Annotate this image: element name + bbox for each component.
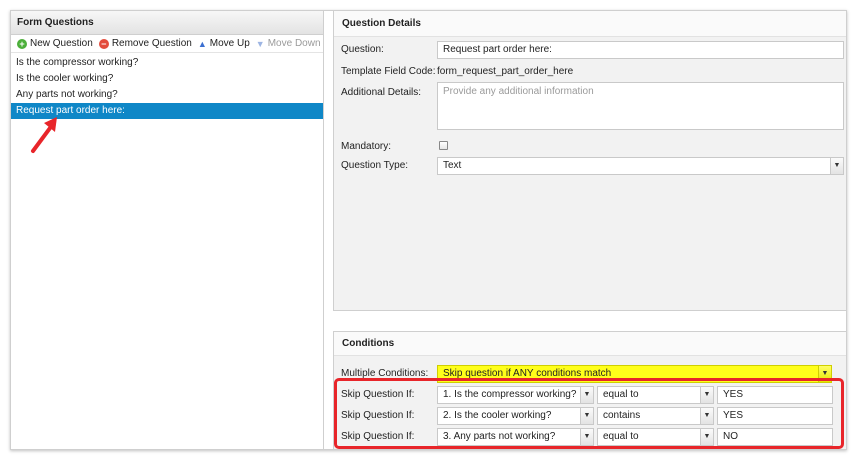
multiple-conditions-value: Skip question if ANY conditions match	[443, 368, 612, 379]
condition-operator-select[interactable]: contains ▼	[597, 407, 714, 425]
remove-question-button[interactable]: − Remove Question	[98, 38, 192, 49]
mandatory-checkbox[interactable]	[439, 141, 448, 150]
condition-question-value: 1. Is the compressor working?	[443, 389, 577, 400]
condition-row: Skip Question If: 2. Is the cooler worki…	[341, 407, 841, 425]
condition-question-select[interactable]: 2. Is the cooler working? ▼	[437, 407, 594, 425]
question-details-header: Question Details	[334, 11, 846, 37]
list-item[interactable]: Any parts not working?	[11, 87, 323, 103]
condition-operator-value: equal to	[603, 389, 639, 400]
multiple-conditions-row: Multiple Conditions: Skip question if AN…	[341, 365, 841, 383]
form-questions-panel: Form Questions + New Question − Remove Q…	[11, 11, 324, 449]
right-panel: Question Details Question: Request part …	[333, 11, 846, 449]
new-question-button[interactable]: + New Question	[17, 38, 93, 49]
condition-question-select[interactable]: 3. Any parts not working? ▼	[437, 428, 594, 446]
chevron-down-icon: ▼	[580, 408, 593, 424]
condition-operator-value: contains	[603, 410, 641, 421]
condition-value-input[interactable]: YES	[717, 407, 833, 425]
conditions-panel: Conditions Multiple Conditions: Skip que…	[333, 331, 846, 449]
question-type-value: Text	[443, 160, 462, 171]
condition-value-input[interactable]: NO	[717, 428, 833, 446]
question-type-row: Question Type: Text ▼	[341, 157, 844, 175]
question-label: Question:	[341, 44, 384, 55]
conditions-header: Conditions	[334, 332, 846, 356]
new-question-label: New Question	[30, 38, 93, 49]
plus-icon: +	[17, 38, 27, 49]
arrow-up-icon: ▲	[197, 38, 207, 49]
chevron-down-icon: ▼	[700, 429, 713, 445]
chevron-down-icon: ▼	[580, 387, 593, 403]
move-down-label: Move Down	[267, 38, 321, 49]
chevron-down-icon: ▼	[700, 387, 713, 403]
chevron-down-icon: ▼	[580, 429, 593, 445]
move-down-button[interactable]: ▼ Move Down	[256, 38, 321, 49]
question-details-panel: Question Details Question: Request part …	[333, 11, 846, 311]
form-questions-header: Form Questions	[11, 11, 323, 35]
condition-question-select[interactable]: 1. Is the compressor working? ▼	[437, 386, 594, 404]
list-item[interactable]: Is the cooler working?	[11, 71, 323, 87]
questions-list: Is the compressor working? Is the cooler…	[11, 53, 323, 119]
questions-toolbar: + New Question − Remove Question ▲ Move …	[11, 35, 323, 53]
question-row: Question: Request part order here:	[341, 41, 844, 59]
field-code-row: Template Field Code: form_request_part_o…	[341, 66, 841, 80]
chevron-down-icon: ▼	[818, 366, 831, 382]
condition-operator-select[interactable]: equal to ▼	[597, 428, 714, 446]
chevron-down-icon: ▼	[830, 158, 843, 174]
condition-row: Skip Question If: 3. Any parts not worki…	[341, 428, 841, 446]
additional-details-row: Additional Details: Provide any addition…	[341, 82, 844, 130]
question-input[interactable]: Request part order here:	[437, 41, 844, 59]
skip-question-label: Skip Question If:	[341, 389, 415, 400]
arrow-down-icon: ▼	[255, 38, 265, 49]
condition-question-value: 2. Is the cooler working?	[443, 410, 552, 421]
multiple-conditions-select[interactable]: Skip question if ANY conditions match ▼	[437, 365, 832, 383]
multiple-conditions-label: Multiple Conditions:	[341, 368, 429, 379]
field-code-label: Template Field Code:	[341, 66, 436, 77]
move-up-button[interactable]: ▲ Move Up	[198, 38, 250, 49]
question-type-select[interactable]: Text ▼	[437, 157, 844, 175]
form-editor-window: Form Questions + New Question − Remove Q…	[10, 10, 847, 450]
remove-question-label: Remove Question	[111, 38, 192, 49]
condition-operator-select[interactable]: equal to ▼	[597, 386, 714, 404]
chevron-down-icon: ▼	[700, 408, 713, 424]
annotation-arrow-icon	[31, 117, 57, 153]
mandatory-row: Mandatory:	[341, 140, 841, 154]
condition-row: Skip Question If: 1. Is the compressor w…	[341, 386, 841, 404]
field-code-value: form_request_part_order_here	[437, 66, 574, 77]
condition-operator-value: equal to	[603, 431, 639, 442]
additional-details-label: Additional Details:	[341, 87, 422, 98]
mandatory-label: Mandatory:	[341, 141, 392, 152]
move-up-label: Move Up	[209, 38, 250, 49]
list-item[interactable]: Is the compressor working?	[11, 55, 323, 71]
condition-question-value: 3. Any parts not working?	[443, 431, 556, 442]
skip-question-label: Skip Question If:	[341, 431, 415, 442]
skip-question-label: Skip Question If:	[341, 410, 415, 421]
condition-value-input[interactable]: YES	[717, 386, 833, 404]
question-type-label: Question Type:	[341, 160, 409, 171]
minus-icon: −	[98, 38, 109, 49]
additional-details-textarea[interactable]: Provide any additional information	[437, 82, 844, 130]
